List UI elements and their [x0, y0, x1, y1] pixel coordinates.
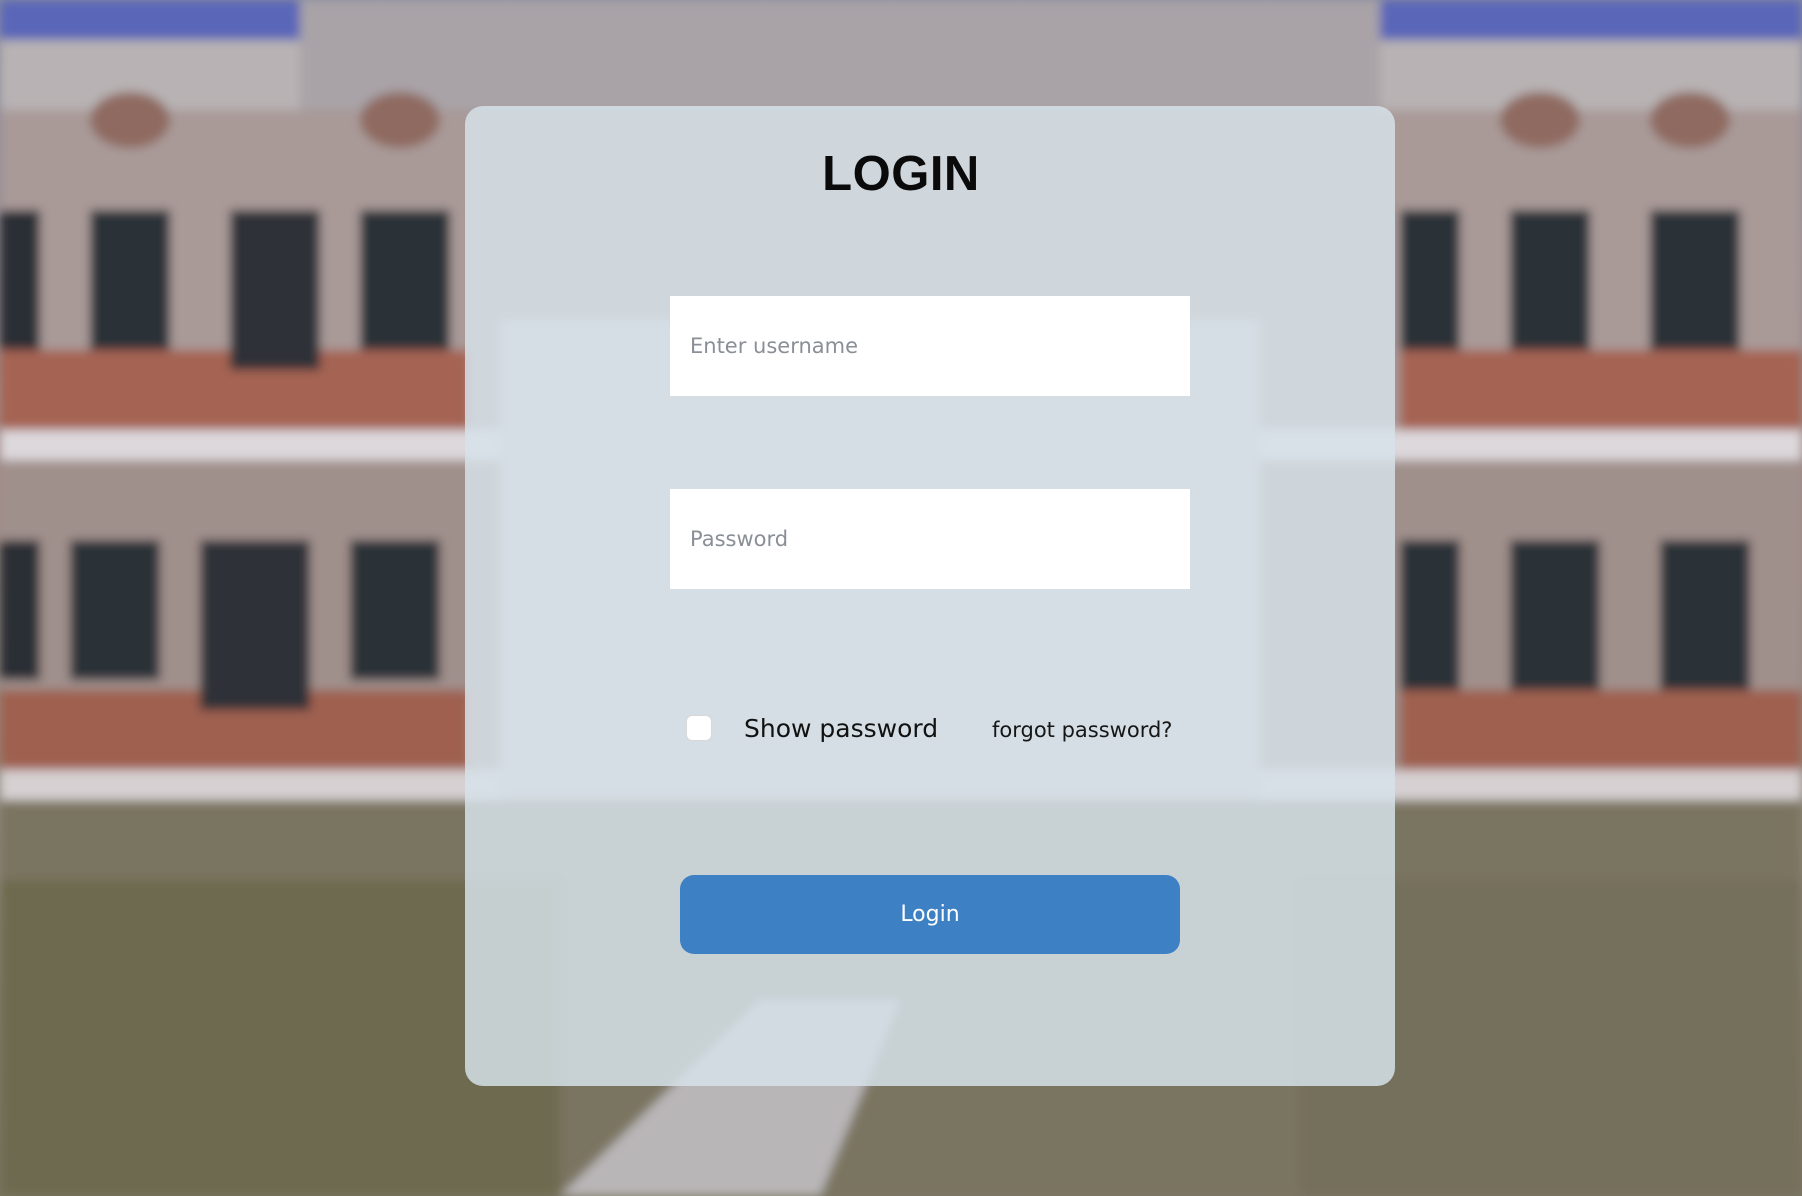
login-title: LOGIN: [822, 147, 980, 201]
password-input[interactable]: [670, 489, 1190, 589]
login-button[interactable]: Login: [680, 875, 1180, 954]
show-password-label[interactable]: Show password: [744, 714, 938, 743]
show-password-row[interactable]: Show password: [686, 708, 938, 748]
username-input[interactable]: [670, 296, 1190, 396]
forgot-password-link[interactable]: forgot password?: [992, 718, 1172, 742]
show-password-checkbox[interactable]: [686, 715, 712, 741]
